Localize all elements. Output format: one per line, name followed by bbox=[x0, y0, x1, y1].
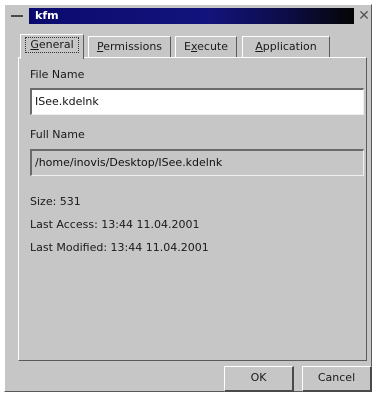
tab-permissions-label: Permissions bbox=[96, 40, 163, 53]
title-highlight: kfm bbox=[29, 8, 354, 24]
tab-execute[interactable]: Execute bbox=[175, 36, 237, 58]
full-name-field: /home/inovis/Desktop/ISee.kdelnk bbox=[30, 149, 364, 176]
tab-application[interactable]: Application bbox=[242, 36, 330, 58]
file-name-input[interactable]: ISee.kdelnk bbox=[30, 88, 364, 115]
file-name-label: File Name bbox=[30, 68, 85, 81]
close-icon[interactable]: ✕ bbox=[357, 8, 371, 24]
last-modified-text: Last Modified: 13:44 11.04.2001 bbox=[30, 241, 209, 254]
window-menu-icon[interactable] bbox=[11, 15, 23, 17]
size-text: Size: 531 bbox=[30, 195, 81, 208]
tab-execute-label: Execute bbox=[184, 40, 228, 53]
title-bar[interactable]: kfm ✕ bbox=[5, 5, 371, 27]
tab-general[interactable]: General bbox=[20, 34, 84, 59]
ok-button[interactable]: OK bbox=[224, 366, 294, 392]
cancel-button[interactable]: Cancel bbox=[302, 366, 372, 392]
full-name-label: Full Name bbox=[30, 128, 85, 141]
tab-bar: General Permissions Execute Application bbox=[20, 34, 360, 59]
last-access-text: Last Access: 13:44 11.04.2001 bbox=[30, 218, 200, 231]
window-title: kfm bbox=[35, 9, 59, 22]
tab-permissions[interactable]: Permissions bbox=[88, 36, 171, 58]
tab-application-label: Application bbox=[255, 40, 317, 53]
tab-general-label: General bbox=[25, 37, 79, 53]
